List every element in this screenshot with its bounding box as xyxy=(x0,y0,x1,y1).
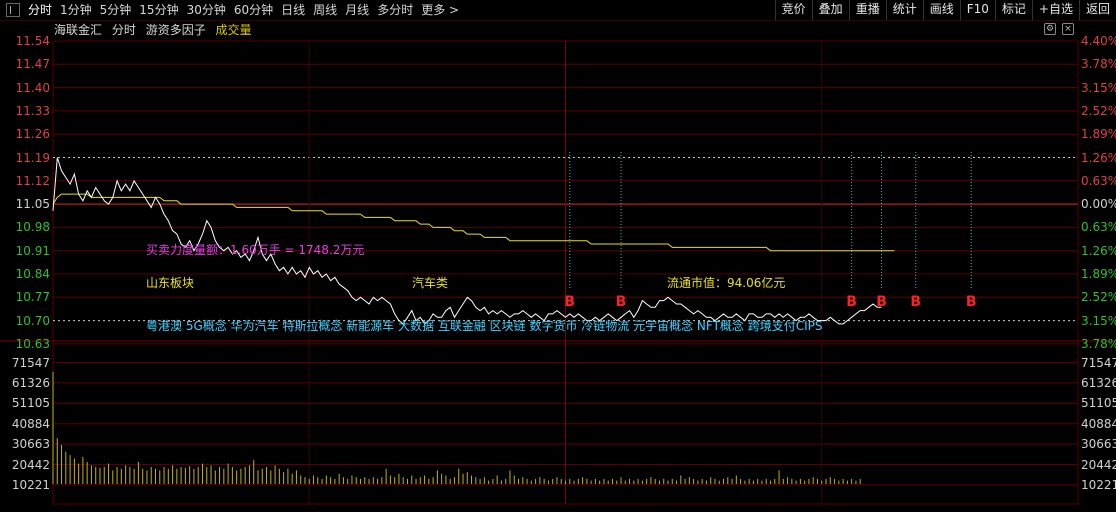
percent-axis-label: 0.63% xyxy=(1081,220,1116,235)
float-cap-text: 流通市值：94.06亿元 xyxy=(667,276,786,290)
percent-axis-label: 1.26% xyxy=(1081,150,1116,165)
percent-axis-label: 3.78% xyxy=(1081,57,1116,72)
price-axis-label: 10.77 xyxy=(15,290,50,305)
price-axis-label: 11.33 xyxy=(15,103,50,118)
percent-axis-label: 3.15% xyxy=(1081,80,1116,95)
volume-axis-label-right: 20442 xyxy=(1081,457,1116,472)
buy-signal-marker: B xyxy=(846,294,857,310)
volume-axis-label: 30663 xyxy=(11,437,50,452)
volume-axis-label-right: 61326 xyxy=(1081,375,1116,390)
percent-axis-label: 3.15% xyxy=(1081,313,1116,328)
volume-axis-label: 71547 xyxy=(11,355,50,370)
percent-axis-label: 1.26% xyxy=(1081,243,1116,258)
volume-axis-label-right: 71547 xyxy=(1081,355,1116,370)
industry-text: 汽车类 xyxy=(412,276,449,290)
price-axis-label: 11.47 xyxy=(15,57,50,72)
volume-axis-label-right: 10221 xyxy=(1081,477,1116,492)
volume-axis-label-right: 51105 xyxy=(1081,396,1116,411)
percent-axis-label: 0.63% xyxy=(1081,173,1116,188)
sector-text: 山东板块 xyxy=(146,276,195,290)
price-axis-label: 11.54 xyxy=(15,34,50,48)
concepts-text: 粤港澳 5G概念 华为汽车 特斯拉概念 新能源车 大数据 互联金融 区块链 数字… xyxy=(146,319,823,333)
price-axis-label: 11.40 xyxy=(15,80,50,95)
price-axis-label: 10.63 xyxy=(15,336,50,351)
buy-signal-marker: B xyxy=(966,294,977,310)
volume-axis-label-right: 30663 xyxy=(1081,437,1116,452)
price-axis-label: 11.05 xyxy=(15,197,50,212)
price-axis-label: 10.91 xyxy=(15,243,50,258)
volume-axis-label: 61326 xyxy=(11,375,50,390)
volume-axis-label-right: 40884 xyxy=(1081,416,1116,431)
volume-axis-label: 10221 xyxy=(11,477,50,492)
buy-signal-marker: B xyxy=(564,294,575,310)
percent-axis-label: 1.89% xyxy=(1081,127,1116,142)
volume-axis-label: 51105 xyxy=(11,396,50,411)
price-axis-label: 10.84 xyxy=(15,267,50,281)
buy-signal-marker: B xyxy=(876,294,887,310)
volume-axis-label: 20442 xyxy=(11,457,50,472)
price-axis-label: 11.19 xyxy=(15,150,50,165)
percent-axis-label: 2.52% xyxy=(1081,103,1116,118)
price-line xyxy=(52,157,882,325)
percent-axis-label: 2.52% xyxy=(1081,290,1116,305)
price-axis-label: 10.98 xyxy=(15,220,50,235)
price-axis-label: 11.26 xyxy=(15,127,50,142)
percent-axis-label: 3.78% xyxy=(1081,336,1116,351)
percent-axis-label: 1.89% xyxy=(1081,267,1116,281)
buy-signal-marker: B xyxy=(910,294,921,310)
buy-sell-power-text: 买卖力度量额：1.60万手 = 1748.2万元 xyxy=(146,243,365,257)
volume-axis-label: 40884 xyxy=(11,416,50,431)
buy-signal-marker: B xyxy=(616,294,627,310)
price-axis-label: 10.70 xyxy=(15,313,50,328)
price-axis-label: 11.12 xyxy=(15,173,50,188)
percent-axis-label: 0.00% xyxy=(1081,197,1116,212)
percent-axis-label: 4.40% xyxy=(1081,34,1116,48)
